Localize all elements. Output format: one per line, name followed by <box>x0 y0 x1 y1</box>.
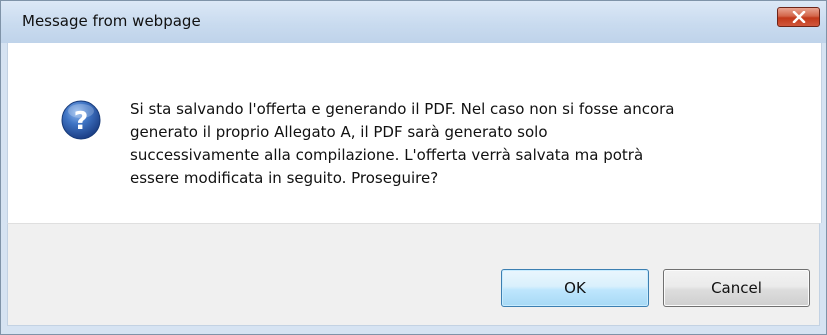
question-icon: ? <box>61 100 101 140</box>
cancel-button[interactable]: Cancel <box>663 269 810 307</box>
dialog-footer: OK Cancel <box>7 223 820 326</box>
message-dialog: Message from webpage ? Si sta salvando l… <box>0 0 827 335</box>
dialog-content: ? Si sta salvando l'offerta e generando … <box>7 43 822 223</box>
dialog-title: Message from webpage <box>22 12 201 30</box>
svg-text:?: ? <box>74 106 89 135</box>
ok-button[interactable]: OK <box>501 269 649 307</box>
dialog-titlebar[interactable]: Message from webpage <box>1 1 826 43</box>
close-icon <box>792 11 806 23</box>
dialog-message: Si sta salvando l'offerta e generando il… <box>130 100 675 187</box>
close-button[interactable] <box>777 7 820 27</box>
